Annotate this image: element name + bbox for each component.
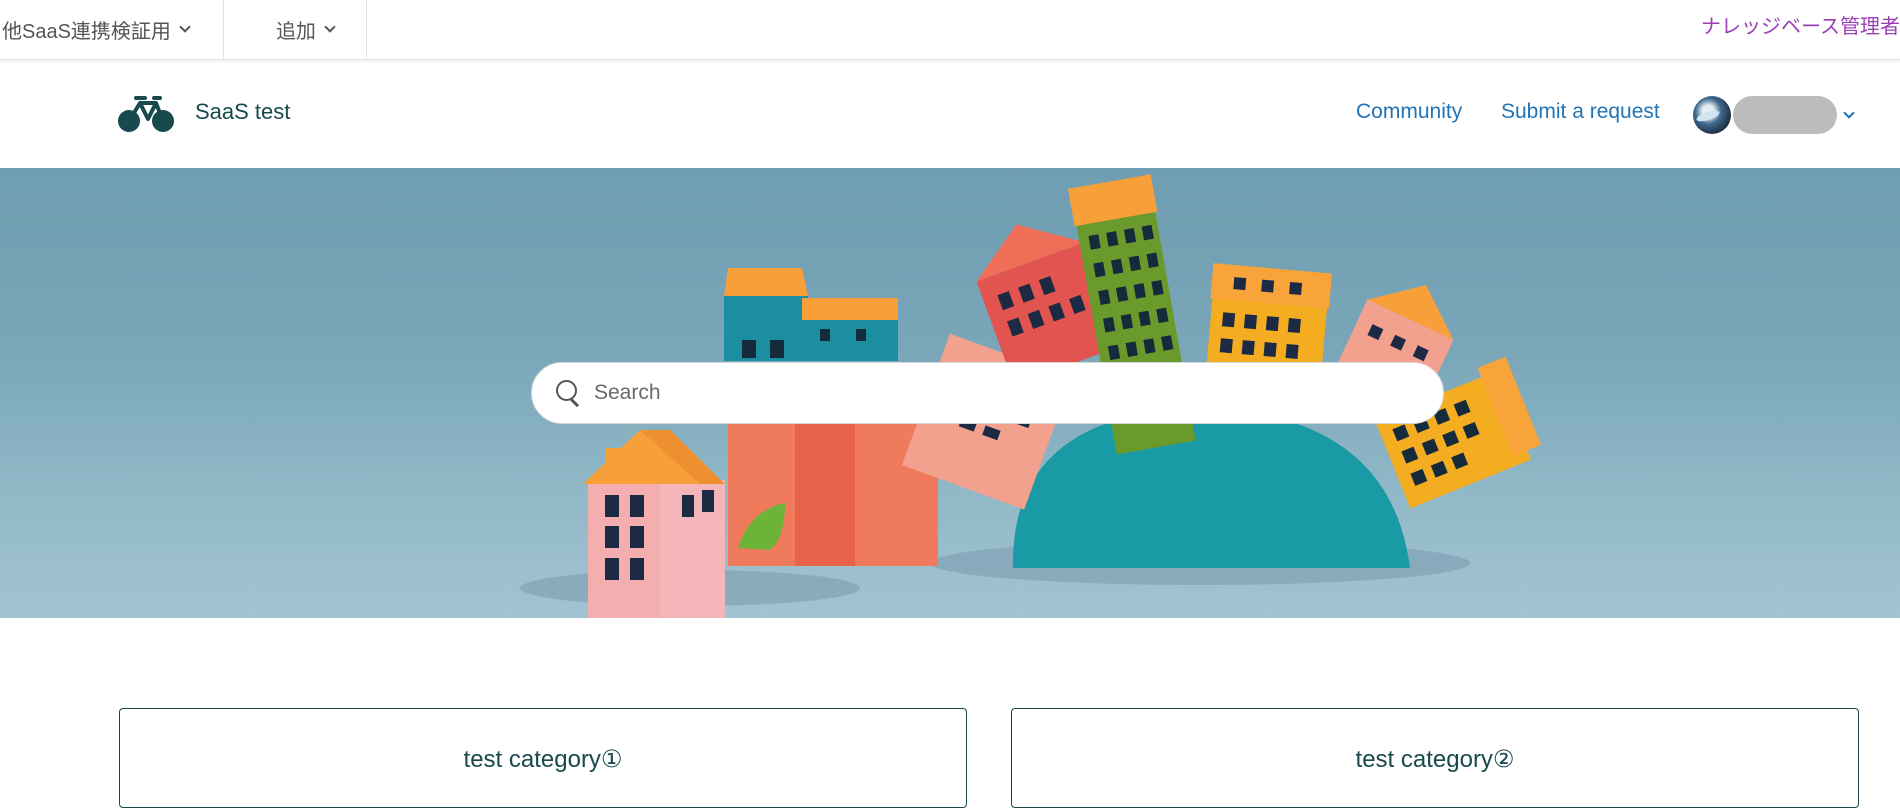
brand-name[interactable]: SaaS test (195, 99, 290, 125)
nav-community-link[interactable]: Community (1356, 100, 1462, 124)
category-card[interactable]: test category① (119, 708, 967, 808)
search-icon (554, 378, 584, 408)
avatar (1693, 96, 1731, 134)
admin-role-link[interactable]: ナレッジベース管理者 (1701, 0, 1900, 48)
category-title: test category① (463, 746, 623, 773)
user-menu[interactable] (1693, 95, 1855, 135)
nav-submit-request-link[interactable]: Submit a request (1501, 100, 1660, 124)
add-menu-button[interactable]: 追加 (224, 0, 367, 59)
help-center-header: SaaS test Community Submit a request (0, 61, 1900, 168)
chevron-down-icon (324, 21, 336, 33)
search-box[interactable] (531, 362, 1444, 424)
bicycle-logo-icon[interactable] (118, 95, 174, 133)
add-label: 追加 (275, 21, 316, 43)
workspace-label: 他SaaS連携検証用 (2, 21, 171, 43)
category-title: test category② (1355, 746, 1515, 773)
chevron-down-icon (1843, 107, 1855, 119)
workspace-switcher[interactable]: 他SaaS連携検証用 (0, 0, 224, 59)
user-name-redacted (1733, 96, 1837, 134)
admin-bar: 他SaaS連携検証用 追加 ナレッジベース管理者 (0, 0, 1900, 60)
hero-banner (0, 168, 1900, 618)
search-input[interactable] (594, 381, 1414, 405)
chevron-down-icon (179, 21, 191, 33)
category-card[interactable]: test category② (1011, 708, 1859, 808)
